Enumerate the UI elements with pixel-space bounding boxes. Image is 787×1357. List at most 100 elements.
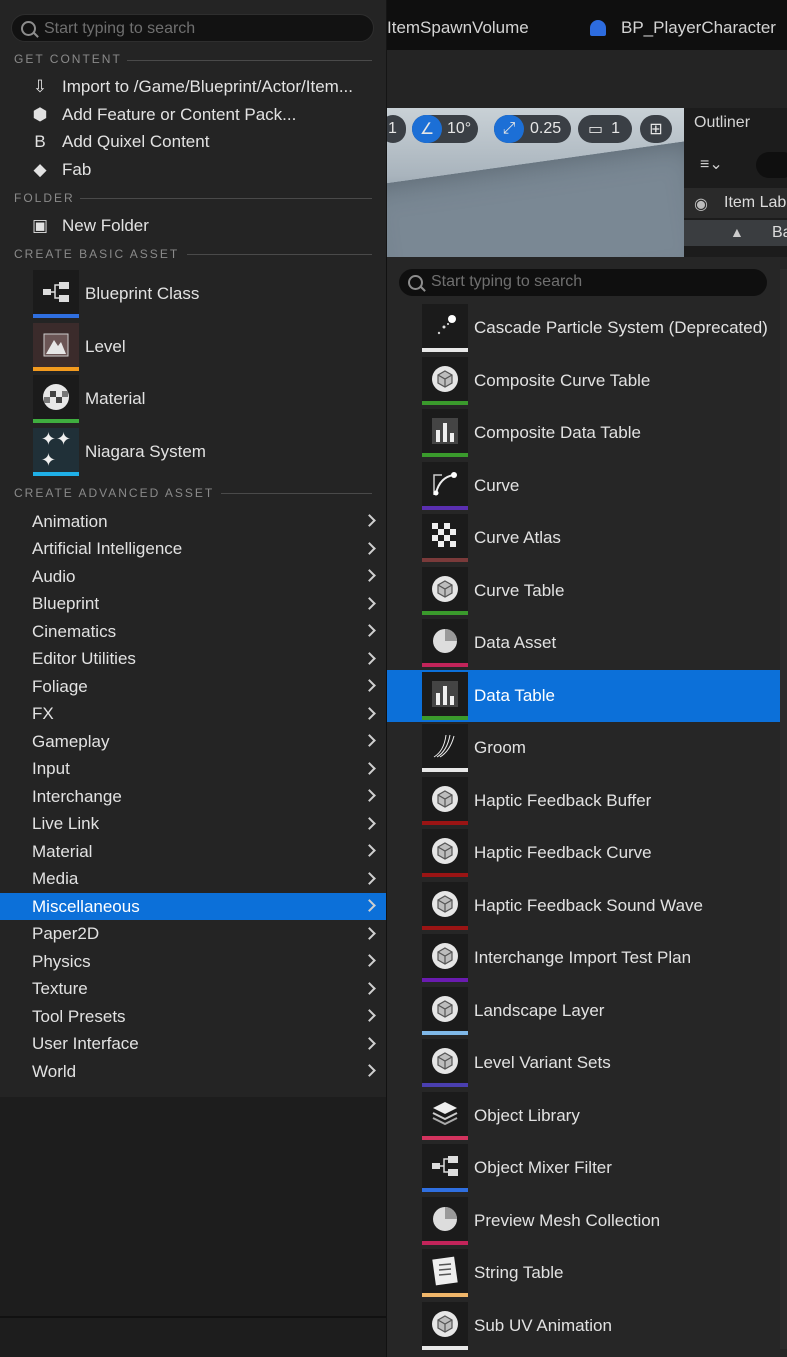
- submenu-search-input[interactable]: Start typing to search: [399, 269, 767, 296]
- asset-color-bar: [422, 925, 468, 930]
- groom-icon: [422, 724, 468, 768]
- add-feature-pack-item[interactable]: ⬢ Add Feature or Content Pack...: [32, 102, 297, 128]
- asset-label: Sub UV Animation: [474, 1315, 612, 1335]
- asset-thumbnail: [422, 986, 468, 1035]
- visibility-eye-icon[interactable]: ◉: [694, 194, 708, 214]
- category-input[interactable]: Input: [0, 756, 386, 783]
- asset-label: Haptic Feedback Sound Wave: [474, 895, 703, 915]
- asset-label: Curve Table: [474, 580, 565, 600]
- category-cinematics[interactable]: Cinematics: [0, 618, 386, 645]
- chevron-right-icon: [363, 679, 376, 692]
- fab-item[interactable]: ◆ Fab: [32, 157, 91, 183]
- niagara-system-item[interactable]: ✦✦ ✦ Niagara System: [33, 428, 373, 476]
- category-material[interactable]: Material: [0, 838, 386, 865]
- asset-interchange-import-test-plan[interactable]: Interchange Import Test Plan: [387, 932, 780, 984]
- outliner-search[interactable]: [756, 152, 787, 178]
- category-label: Interchange: [32, 786, 122, 806]
- outliner-header-row: ◉ Item Lab: [684, 188, 787, 218]
- category-live-link[interactable]: Live Link: [0, 811, 386, 838]
- submenu-search-placeholder: Start typing to search: [431, 273, 583, 290]
- submenu-scrollbar[interactable]: [780, 269, 787, 1349]
- tab-player-character[interactable]: BP_PlayerCharacter: [621, 18, 776, 38]
- pie-icon: [422, 619, 468, 663]
- fab-icon: ◆: [33, 160, 47, 179]
- asset-composite-curve-table[interactable]: Composite Curve Table: [387, 355, 780, 407]
- miscellaneous-submenu: Start typing to search Cascade Particle …: [386, 257, 787, 1357]
- scale-snap-value: 0.25: [530, 120, 562, 137]
- asset-curve[interactable]: Curve: [387, 460, 780, 512]
- category-audio[interactable]: Audio: [0, 563, 386, 590]
- category-fx[interactable]: FX: [0, 701, 386, 728]
- quixel-icon: B: [34, 132, 46, 151]
- asset-thumbnail: [422, 514, 468, 562]
- asset-data-table[interactable]: Data Table: [387, 669, 780, 722]
- chevron-right-icon: [363, 816, 376, 830]
- asset-color-bar: [422, 1293, 468, 1297]
- asset-color-bar: [422, 715, 468, 720]
- layout-grid-button[interactable]: ⊞: [640, 115, 672, 143]
- material-thumbnail: [33, 375, 79, 423]
- asset-thumbnail: [422, 461, 468, 510]
- asset-cascade-particle-system-deprecated[interactable]: Cascade Particle System (Deprecated): [387, 302, 780, 354]
- category-paper2d[interactable]: Paper2D: [0, 921, 386, 948]
- asset-thumbnail: [422, 1249, 468, 1297]
- category-interchange[interactable]: Interchange: [0, 783, 386, 810]
- asset-sub-uv-animation[interactable]: Sub UV Animation: [387, 1300, 780, 1352]
- category-editor-utilities[interactable]: Editor Utilities: [0, 646, 386, 673]
- section-divider: [80, 198, 372, 199]
- blueprint-icon: [422, 1144, 468, 1188]
- material-item[interactable]: Material: [33, 375, 373, 423]
- category-world[interactable]: World: [0, 1058, 386, 1085]
- category-gameplay[interactable]: Gameplay: [0, 728, 386, 755]
- cube-icon: [422, 934, 468, 978]
- add-quixel-label: Add Quixel Content: [62, 132, 210, 151]
- asset-color-bar: [33, 367, 79, 371]
- asset-object-mixer-filter[interactable]: Object Mixer Filter: [387, 1142, 780, 1194]
- category-media[interactable]: Media: [0, 866, 386, 893]
- asset-data-asset[interactable]: Data Asset: [387, 617, 780, 669]
- asset-label: String Table: [474, 1263, 564, 1282]
- tab-item-spawn-volume[interactable]: ItemSpawnVolume: [387, 18, 529, 38]
- search-icon: [21, 21, 36, 36]
- category-tool-presets[interactable]: Tool Presets: [0, 1003, 386, 1030]
- asset-groom[interactable]: Groom: [387, 722, 780, 774]
- add-feature-pack-label: Add Feature or Content Pack...: [62, 105, 297, 124]
- asset-thumbnail: [422, 724, 468, 772]
- add-quixel-item[interactable]: B Add Quixel Content: [32, 129, 209, 155]
- blueprint-class-item[interactable]: Blueprint Class: [33, 270, 373, 318]
- category-foliage[interactable]: Foliage: [0, 673, 386, 700]
- scale-snap-control[interactable]: ⤢ 0.25: [494, 115, 571, 143]
- asset-haptic-feedback-buffer[interactable]: Haptic Feedback Buffer: [387, 775, 780, 827]
- level-item[interactable]: Level: [33, 323, 373, 371]
- asset-haptic-feedback-sound-wave[interactable]: Haptic Feedback Sound Wave: [387, 880, 780, 932]
- category-texture[interactable]: Texture: [0, 976, 386, 1003]
- category-user-interface[interactable]: User Interface: [0, 1031, 386, 1058]
- asset-object-library[interactable]: Object Library: [387, 1090, 780, 1142]
- asset-haptic-feedback-curve[interactable]: Haptic Feedback Curve: [387, 827, 780, 879]
- outliner-row[interactable]: ▲ Ba: [684, 220, 787, 246]
- asset-curve-table[interactable]: Curve Table: [387, 565, 780, 617]
- menu-search-input[interactable]: Start typing to search: [11, 14, 374, 42]
- camera-speed-value: 1: [611, 120, 621, 137]
- camera-speed-control[interactable]: ▭ 1: [578, 115, 632, 143]
- asset-curve-atlas[interactable]: Curve Atlas: [387, 512, 780, 564]
- category-animation[interactable]: Animation: [0, 508, 386, 535]
- rotation-snap-control[interactable]: ∠ 10°: [412, 115, 478, 143]
- section-create-advanced: CREATE ADVANCED ASSET: [14, 486, 215, 500]
- asset-preview-mesh-collection[interactable]: Preview Mesh Collection: [387, 1195, 780, 1247]
- asset-color-bar: [422, 505, 468, 510]
- category-blueprint[interactable]: Blueprint: [0, 591, 386, 618]
- asset-level-variant-sets[interactable]: Level Variant Sets: [387, 1037, 780, 1089]
- asset-string-table[interactable]: String Table: [387, 1247, 780, 1299]
- new-folder-item[interactable]: ▣ New Folder: [32, 213, 149, 239]
- category-physics[interactable]: Physics: [0, 948, 386, 975]
- asset-thumbnail: [422, 356, 468, 405]
- asset-thumbnail: [422, 1039, 468, 1087]
- filter-icon[interactable]: ≡⌄: [700, 154, 723, 174]
- asset-composite-data-table[interactable]: Composite Data Table: [387, 407, 780, 459]
- category-artificial-intelligence[interactable]: Artificial Intelligence: [0, 536, 386, 563]
- import-item[interactable]: ⇩ Import to /Game/Blueprint/Actor/Item..…: [32, 74, 353, 100]
- asset-landscape-layer[interactable]: Landscape Layer: [387, 985, 780, 1037]
- category-miscellaneous[interactable]: Miscellaneous: [0, 893, 386, 920]
- asset-thumbnail: [422, 776, 468, 825]
